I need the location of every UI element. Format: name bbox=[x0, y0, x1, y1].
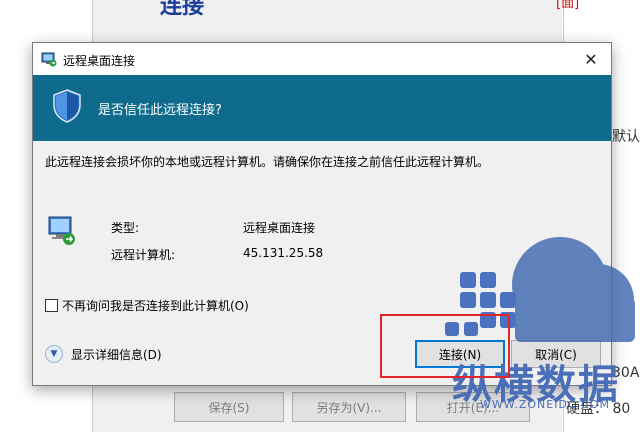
remote-computer-label: 远程计算机: bbox=[111, 248, 176, 262]
type-label: 类型: bbox=[111, 221, 140, 235]
dont-ask-checkbox[interactable]: 不再询问我是否连接到此计算机(O) bbox=[45, 297, 249, 314]
shield-icon bbox=[53, 89, 81, 126]
save-button[interactable]: 保存(S) bbox=[174, 392, 284, 422]
chevron-down-icon: ▼ bbox=[45, 345, 63, 363]
checkbox-box[interactable] bbox=[45, 299, 58, 312]
background-heading: 连接 bbox=[160, 0, 205, 19]
title-bar[interactable]: 远程桌面连接 ✕ bbox=[33, 43, 611, 75]
highlight-box bbox=[380, 314, 510, 378]
computer-icon bbox=[47, 215, 77, 250]
show-details-label: 显示详细信息(D) bbox=[71, 347, 162, 362]
close-icon: ✕ bbox=[584, 49, 598, 69]
remote-desktop-icon bbox=[41, 51, 57, 70]
save-as-button[interactable]: 另存为(V)... bbox=[292, 392, 406, 422]
background-link[interactable]: [面] bbox=[556, 0, 579, 11]
checkbox-label: 不再询问我是否连接到此计算机(O) bbox=[62, 299, 249, 313]
remote-computer-value: 45.131.25.58 bbox=[243, 246, 324, 260]
background-side-text: 默认 bbox=[612, 129, 640, 145]
type-value: 远程桌面连接 bbox=[243, 221, 316, 235]
trust-question: 是否信任此远程连接? bbox=[98, 103, 222, 118]
show-details-toggle[interactable]: ▼ 显示详细信息(D) bbox=[45, 345, 162, 363]
dialog-title: 远程桌面连接 bbox=[63, 54, 136, 68]
warning-message: 此远程连接会损坏你的本地或远程计算机。请确保你在连接之前信任此远程计算机。 bbox=[45, 155, 490, 169]
watermark-url: WWW.ZONEIDC.COM bbox=[480, 398, 610, 411]
trust-banner: 是否信任此远程连接? bbox=[33, 75, 611, 141]
close-button[interactable]: ✕ bbox=[571, 43, 611, 75]
